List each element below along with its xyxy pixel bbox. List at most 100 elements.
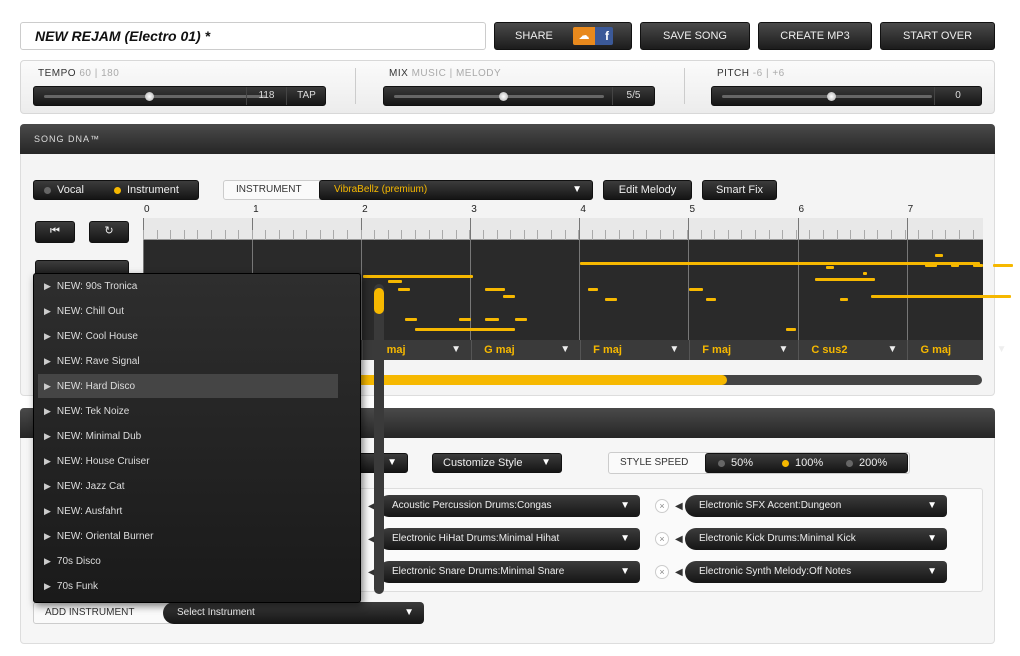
smart-fix-button[interactable]: Smart Fix: [702, 180, 777, 200]
chord-select[interactable]: C sus2 ▼: [798, 340, 907, 360]
chord-select[interactable]: F maj ▼: [689, 340, 798, 360]
dropdown-item[interactable]: ▶ 70s Funk: [38, 574, 338, 598]
melody-note[interactable]: [515, 318, 527, 321]
melody-note[interactable]: [363, 275, 473, 278]
ruler-tick: [659, 230, 661, 240]
dropdown-item[interactable]: ▶ NEW: House Cruiser: [38, 449, 338, 473]
dropdown-item[interactable]: ▶ 70s Disco: [38, 549, 338, 573]
melody-note[interactable]: [871, 295, 1011, 298]
timeline-ruler[interactable]: [143, 218, 983, 240]
melody-note[interactable]: [415, 328, 515, 331]
style-dropdown-menu[interactable]: ▶ NEW: 90s Tronica ▶ NEW: Chill Out ▶ NEW: Co…: [33, 273, 384, 603]
speed-option-200[interactable]: 200%: [846, 454, 887, 472]
track-select[interactable]: Electronic Snare Drums:Minimal Snare ▼: [378, 561, 640, 583]
melody-note[interactable]: [706, 298, 716, 301]
ruler-tick: [891, 230, 892, 240]
melody-note[interactable]: [689, 288, 703, 291]
chord-select[interactable]: F maj ▼: [580, 340, 689, 360]
mix-range: MUSIC | MELODY: [411, 68, 502, 79]
remove-track-icon[interactable]: ×: [655, 532, 669, 546]
ruler-tick: [714, 230, 716, 240]
melody-note[interactable]: [503, 295, 515, 298]
track-select[interactable]: Electronic HiHat Drums:Minimal Hihat ▼: [378, 528, 640, 550]
melody-note[interactable]: [815, 278, 875, 281]
melody-note[interactable]: [459, 318, 471, 321]
melody-note[interactable]: [485, 318, 499, 321]
share-badge: ☁ f: [573, 27, 613, 45]
speaker-icon[interactable]: ◀: [675, 534, 683, 545]
dropdown-item-label: 70s Disco: [56, 556, 101, 567]
pitch-slider[interactable]: 0: [711, 86, 982, 106]
vocal-option[interactable]: Vocal: [44, 181, 84, 199]
pitch-knob[interactable]: [827, 92, 836, 101]
melody-note[interactable]: [925, 264, 937, 267]
melody-note[interactable]: [388, 280, 402, 283]
track-select[interactable]: Acoustic Percussion Drums:Congas ▼: [378, 495, 640, 517]
divider: [684, 68, 685, 104]
dropdown-item[interactable]: ▶ NEW: Ausfahrt: [38, 499, 338, 523]
ruler-tick: [551, 230, 552, 240]
melody-note[interactable]: [935, 254, 943, 257]
dropdown-item[interactable]: ▶ NEW: Rave Signal: [38, 349, 338, 373]
chord-select[interactable]: G maj ▼: [471, 340, 580, 360]
save-song-button[interactable]: SAVE SONG: [640, 22, 750, 50]
tempo-knob[interactable]: [144, 92, 154, 101]
instrument-select[interactable]: VibraBellz (premium) ▼: [319, 180, 593, 200]
tap-button[interactable]: TAP: [286, 87, 326, 105]
dropdown-item[interactable]: ▶ NEW: Minimal Dub: [38, 424, 338, 448]
dropdown-item[interactable]: ▶ NEW: Tek Noize: [38, 399, 338, 423]
dropdown-scrollbar[interactable]: [374, 284, 384, 594]
dropdown-item[interactable]: ▶ NEW: 90s Tronica: [38, 274, 338, 298]
speaker-icon[interactable]: ◀: [675, 567, 683, 578]
speed-option-100[interactable]: 100%: [782, 454, 823, 472]
melody-note[interactable]: [398, 288, 410, 291]
mix-slider[interactable]: 5/5: [383, 86, 655, 106]
dropdown-item[interactable]: ▶ NEW: Cool House: [38, 324, 338, 348]
track-select[interactable]: Electronic Synth Melody:Off Notes ▼: [685, 561, 947, 583]
ruler-tick: [959, 230, 960, 240]
share-button[interactable]: SHARE ☁ f: [494, 22, 632, 50]
melody-note[interactable]: [840, 298, 848, 301]
melody-note[interactable]: [973, 264, 983, 267]
remove-track-icon[interactable]: ×: [655, 499, 669, 513]
song-title-field[interactable]: NEW REJAM (Electro 01) *: [20, 22, 486, 50]
melody-note[interactable]: [605, 298, 617, 301]
mix-knob[interactable]: [499, 92, 508, 101]
dropdown-item[interactable]: ▶ NEW: Oriental Burner: [38, 524, 338, 548]
ruler-tick: [197, 230, 199, 240]
playback-progress[interactable]: [345, 375, 982, 385]
melody-note[interactable]: [405, 318, 417, 321]
melody-note[interactable]: [951, 264, 959, 267]
dropdown-item[interactable]: ▶ NEW: Jazz Cat: [38, 474, 338, 498]
chord-select[interactable]: G maj ▼: [907, 340, 1016, 360]
start-over-button[interactable]: START OVER: [880, 22, 995, 50]
melody-note[interactable]: [485, 288, 505, 291]
select-instrument-dropdown[interactable]: Select Instrument ▼: [163, 602, 424, 624]
customize-style-button[interactable]: Customize Style ▼: [432, 453, 562, 473]
speed-option-50[interactable]: 50%: [718, 454, 753, 472]
dropdown-item[interactable]: ▶ NEW: Hard Disco: [38, 374, 338, 398]
melody-note[interactable]: [580, 262, 980, 265]
scrollbar-thumb[interactable]: [374, 288, 384, 314]
instrument-option[interactable]: Instrument: [114, 181, 179, 199]
melody-note[interactable]: [588, 288, 598, 291]
dropdown-item-label: NEW: Rave Signal: [56, 356, 140, 367]
play-icon: ▶: [44, 581, 51, 591]
speaker-icon[interactable]: ◀: [675, 501, 683, 512]
ruler-tick: [347, 230, 348, 240]
edit-melody-button[interactable]: Edit Melody: [603, 180, 692, 200]
track-select[interactable]: Electronic SFX Accent:Dungeon ▼: [685, 495, 947, 517]
tempo-slider[interactable]: 118 TAP: [33, 86, 326, 106]
melody-note[interactable]: [826, 266, 834, 269]
loop-button[interactable]: ↻: [89, 221, 129, 243]
melody-note[interactable]: [786, 328, 796, 331]
ruler-tick: [605, 230, 607, 240]
create-mp3-button[interactable]: CREATE MP3: [758, 22, 872, 50]
dropdown-item[interactable]: ▶ NEW: Chill Out: [38, 299, 338, 323]
ruler-tick: [632, 230, 634, 240]
rewind-button[interactable]: ⏮: [35, 221, 75, 243]
track-select[interactable]: Electronic Kick Drums:Minimal Kick ▼: [685, 528, 947, 550]
melody-note[interactable]: [863, 272, 867, 275]
melody-note[interactable]: [993, 264, 1013, 267]
remove-track-icon[interactable]: ×: [655, 565, 669, 579]
